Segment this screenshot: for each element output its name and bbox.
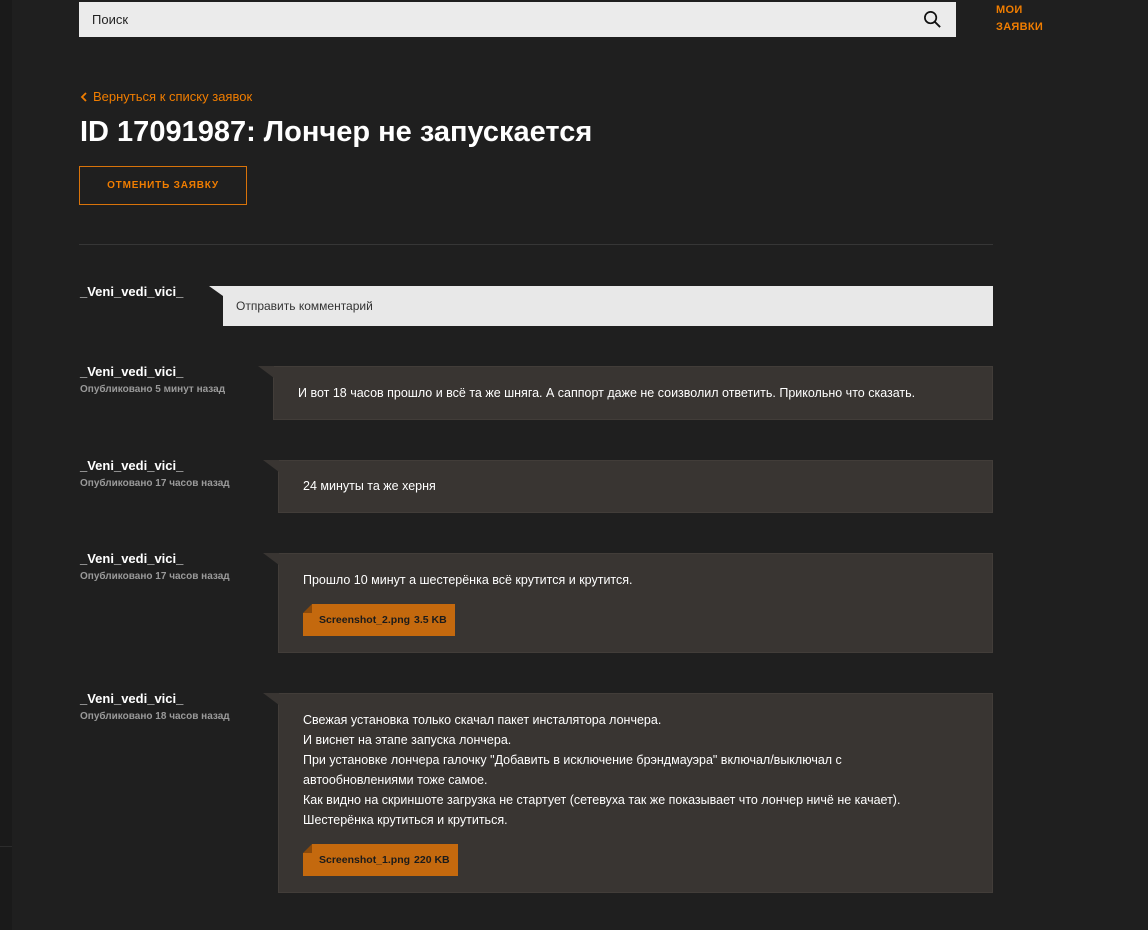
comment-date: Опубликовано 5 минут назад bbox=[80, 384, 226, 395]
attachment-size: 3.5 KB bbox=[414, 614, 447, 626]
page-title: ID 17091987: Лончер не запускается bbox=[80, 116, 593, 148]
my-requests-link[interactable]: МОИ ЗАЯВКИ bbox=[996, 2, 1056, 36]
comment-text: Прошло 10 минут а шестерёнка всё крутитс… bbox=[303, 573, 633, 587]
attachment-name: Screenshot_2.png bbox=[319, 614, 411, 626]
comment-date: Опубликовано 18 часов назад bbox=[80, 711, 230, 722]
attachment-size: 220 KB bbox=[414, 854, 450, 866]
comment-author: _Veni_vedi_vici_ bbox=[80, 551, 184, 566]
comment-text: И вот 18 часов прошло и всё та же шняга.… bbox=[298, 386, 916, 400]
comment-composer bbox=[209, 286, 993, 326]
comment-text: 24 минуты та же херня bbox=[303, 479, 436, 493]
search-input[interactable] bbox=[79, 2, 899, 37]
chevron-left-icon bbox=[80, 91, 87, 102]
comment-date: Опубликовано 17 часов назад bbox=[80, 478, 230, 489]
divider bbox=[79, 244, 993, 245]
attachment-name: Screenshot_1.png bbox=[319, 854, 411, 866]
back-link-label: Вернуться к списку заявок bbox=[93, 89, 253, 104]
composer-author: _Veni_vedi_vici_ bbox=[80, 284, 184, 299]
left-edge-panel bbox=[0, 0, 12, 930]
comment-author: _Veni_vedi_vici_ bbox=[80, 691, 184, 706]
comment-author: _Veni_vedi_vici_ bbox=[80, 364, 184, 379]
search-bar bbox=[79, 2, 956, 37]
back-to-requests-link[interactable]: Вернуться к списку заявок bbox=[80, 88, 252, 105]
search-icon[interactable] bbox=[923, 10, 942, 29]
comment-input[interactable] bbox=[223, 286, 993, 326]
attachment-link[interactable]: Screenshot_1.png 220 KB bbox=[303, 844, 458, 876]
comment-bubble: 24 минуты та же херня bbox=[263, 460, 993, 513]
comment-bubble: Свежая установка только скачал пакет инс… bbox=[263, 693, 993, 893]
comment-author: _Veni_vedi_vici_ bbox=[80, 458, 184, 473]
comment-date: Опубликовано 17 часов назад bbox=[80, 571, 230, 582]
comment-text: Свежая установка только скачал пакет инс… bbox=[303, 713, 901, 827]
attachment-link[interactable]: Screenshot_2.png 3.5 KB bbox=[303, 604, 455, 636]
comment-bubble: И вот 18 часов прошло и всё та же шняга.… bbox=[258, 366, 993, 420]
cancel-request-button[interactable]: ОТМЕНИТЬ ЗАЯВКУ bbox=[79, 166, 247, 205]
comment-bubble: Прошло 10 минут а шестерёнка всё крутитс… bbox=[263, 553, 993, 653]
